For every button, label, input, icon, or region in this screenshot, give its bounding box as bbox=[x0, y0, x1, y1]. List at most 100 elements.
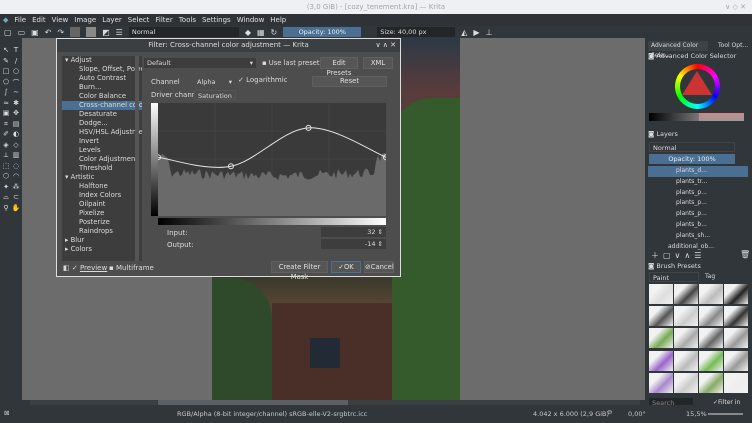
delete-layer-icon[interactable]: 🗑 bbox=[740, 250, 750, 259]
brush-preset[interactable] bbox=[724, 328, 748, 349]
tree-item[interactable]: HSV/HSL Adjustment bbox=[62, 128, 142, 137]
brush-preset[interactable] bbox=[674, 372, 698, 393]
tree-item[interactable]: Color Balance bbox=[62, 92, 142, 101]
brush-preset[interactable] bbox=[724, 284, 748, 304]
window-controls[interactable]: ∨ ◇ ✕ bbox=[725, 0, 746, 14]
use-last-preset-checkbox[interactable]: ▪ Use last preset bbox=[262, 58, 320, 68]
menu-filter[interactable]: Filter bbox=[155, 16, 172, 24]
menu-tools[interactable]: Tools bbox=[179, 16, 196, 24]
multibrush-icon[interactable]: ✱ bbox=[11, 99, 21, 110]
color-swap-icon[interactable]: ◩ bbox=[102, 28, 110, 37]
curve-svg[interactable] bbox=[155, 103, 389, 216]
tree-item[interactable]: Levels bbox=[62, 146, 142, 155]
brush-tool-icon[interactable]: ✎ bbox=[1, 57, 11, 68]
polygon-tool-icon[interactable]: ⬠ bbox=[1, 78, 11, 89]
freehand-select-icon[interactable]: ◠ bbox=[11, 172, 21, 183]
magnetic-select-icon[interactable]: ⊂ bbox=[11, 193, 21, 204]
tree-item[interactable]: Desaturate bbox=[62, 110, 142, 119]
xml-button[interactable]: XML bbox=[363, 57, 393, 69]
layer-row[interactable]: plants_tr... bbox=[648, 177, 748, 188]
polygon-select-icon[interactable]: ⬡ bbox=[1, 172, 11, 183]
brush-preset[interactable] bbox=[699, 284, 723, 304]
measure-tool-icon[interactable]: ⟂ bbox=[1, 151, 11, 162]
fill-tool-icon[interactable]: ◈ bbox=[1, 141, 11, 152]
tree-item[interactable]: ▾ Adjust bbox=[62, 56, 142, 65]
gradient-tool-icon[interactable]: ▤ bbox=[11, 120, 21, 131]
tree-item[interactable]: Slope, Offset, Power bbox=[62, 65, 142, 74]
dynamic-brush-icon[interactable]: ≈ bbox=[1, 99, 11, 110]
assistant-tool-icon[interactable]: ◇ bbox=[11, 141, 21, 152]
undo-icon[interactable]: ↶ bbox=[45, 28, 52, 37]
zoom-tool-icon[interactable]: ⚲ bbox=[1, 204, 11, 215]
mirror-vertical-icon[interactable]: ▶ bbox=[473, 28, 479, 37]
brush-preset[interactable] bbox=[649, 284, 673, 304]
colorize-mask-icon[interactable]: ◐ bbox=[11, 130, 21, 141]
brush-preset[interactable] bbox=[699, 328, 723, 349]
save-icon[interactable]: ▣ bbox=[31, 28, 39, 37]
alpha-lock-icon[interactable]: ▦ bbox=[257, 28, 265, 37]
tab-advanced-color-selector[interactable]: Advanced Color Sele... bbox=[648, 41, 708, 59]
polyline-tool-icon[interactable]: ⌒ bbox=[11, 78, 21, 89]
tree-item[interactable]: ▸ Blur bbox=[62, 236, 142, 245]
gradient-swatch[interactable] bbox=[70, 27, 81, 37]
tree-item[interactable]: Color Adjustment bbox=[62, 155, 142, 164]
tree-item[interactable]: Threshold bbox=[62, 164, 142, 173]
layer-opacity-slider[interactable]: Opacity: 100% bbox=[649, 154, 735, 164]
brush-preset[interactable] bbox=[724, 372, 748, 393]
edit-presets-button[interactable]: Edit Presets bbox=[320, 57, 358, 77]
tab-tool-options[interactable]: Tool Opt... bbox=[718, 41, 748, 51]
similar-select-icon[interactable]: ⁂ bbox=[11, 183, 21, 194]
menu-window[interactable]: Window bbox=[237, 16, 265, 24]
size-slider[interactable]: Size: 40,00 px bbox=[377, 27, 456, 37]
rectangle-tool-icon[interactable]: □ bbox=[1, 67, 11, 78]
color-picker-icon[interactable]: ✐ bbox=[1, 130, 11, 141]
tree-scrollbar[interactable] bbox=[135, 56, 139, 261]
tree-item[interactable]: Pixelize bbox=[62, 209, 142, 218]
tree-item[interactable]: Halftone bbox=[62, 182, 142, 191]
layer-actions[interactable]: ＋▢∨∧☰ bbox=[651, 250, 705, 261]
brush-preset[interactable] bbox=[674, 284, 698, 304]
multiframe-checkbox[interactable]: ▪ Multiframe bbox=[109, 263, 154, 273]
reset-button[interactable]: Reset bbox=[312, 76, 387, 87]
brush-preset[interactable] bbox=[724, 306, 748, 327]
freehand-path-icon[interactable]: ∼ bbox=[11, 88, 21, 99]
tree-item[interactable]: Auto Contrast bbox=[62, 74, 142, 83]
menu-help[interactable]: Help bbox=[270, 16, 286, 24]
tree-item[interactable]: Oilpaint bbox=[62, 200, 142, 209]
input-spinbox[interactable]: 32 ⇕ bbox=[321, 227, 386, 237]
color-wheel[interactable] bbox=[675, 64, 720, 109]
dialog-window-controls[interactable]: ∨ ∧ ✕ bbox=[375, 39, 396, 52]
cancel-button[interactable]: ⊘Cancel bbox=[364, 261, 394, 273]
tree-item[interactable]: Posterize bbox=[62, 218, 142, 227]
blend-mode-select[interactable]: Normal bbox=[128, 27, 239, 37]
create-filter-mask-button[interactable]: Create Filter Mask bbox=[271, 261, 328, 281]
layer-row[interactable]: plants_b... bbox=[648, 220, 748, 231]
contiguous-select-icon[interactable]: ✦ bbox=[1, 183, 11, 194]
output-spinbox[interactable]: -14 ⇕ bbox=[321, 239, 386, 249]
layer-row[interactable]: plants_sh... bbox=[648, 231, 748, 242]
preset-select[interactable]: Default ▾ bbox=[144, 58, 256, 68]
layer-row[interactable]: plants_p... bbox=[648, 188, 748, 199]
logarithmic-checkbox[interactable]: ✓ Logarithmic bbox=[238, 75, 288, 85]
bezier-tool-icon[interactable]: ∫ bbox=[1, 88, 11, 99]
curve-editor[interactable] bbox=[155, 103, 389, 216]
brush-preset[interactable] bbox=[649, 350, 673, 371]
brush-preset[interactable] bbox=[699, 306, 723, 327]
text-tool-icon[interactable]: T bbox=[11, 46, 21, 57]
ok-button[interactable]: ✓OK bbox=[331, 261, 361, 273]
redo-icon[interactable]: ↷ bbox=[57, 28, 64, 37]
brush-tag-select[interactable]: Paint bbox=[649, 272, 699, 282]
wrap-icon[interactable]: ⊥ bbox=[486, 28, 493, 37]
menu-settings[interactable]: Settings bbox=[202, 16, 231, 24]
tree-item[interactable]: Raindrops bbox=[62, 227, 142, 236]
pattern-swatch[interactable] bbox=[86, 27, 97, 37]
pan-tool-icon[interactable]: ✋ bbox=[11, 204, 21, 215]
layer-blend-select[interactable]: Normal bbox=[649, 142, 735, 152]
bezier-select-icon[interactable]: ⌓ bbox=[1, 193, 11, 204]
layer-row[interactable]: plants_p... bbox=[648, 209, 748, 220]
driver-channel-select[interactable]: Saturation▾ bbox=[194, 90, 236, 110]
brush-settings-icon[interactable]: ☰ bbox=[116, 28, 123, 37]
open-icon[interactable]: ▭ bbox=[18, 28, 26, 37]
reload-icon[interactable]: ↻ bbox=[271, 28, 278, 37]
line-tool-icon[interactable]: / bbox=[11, 57, 21, 68]
